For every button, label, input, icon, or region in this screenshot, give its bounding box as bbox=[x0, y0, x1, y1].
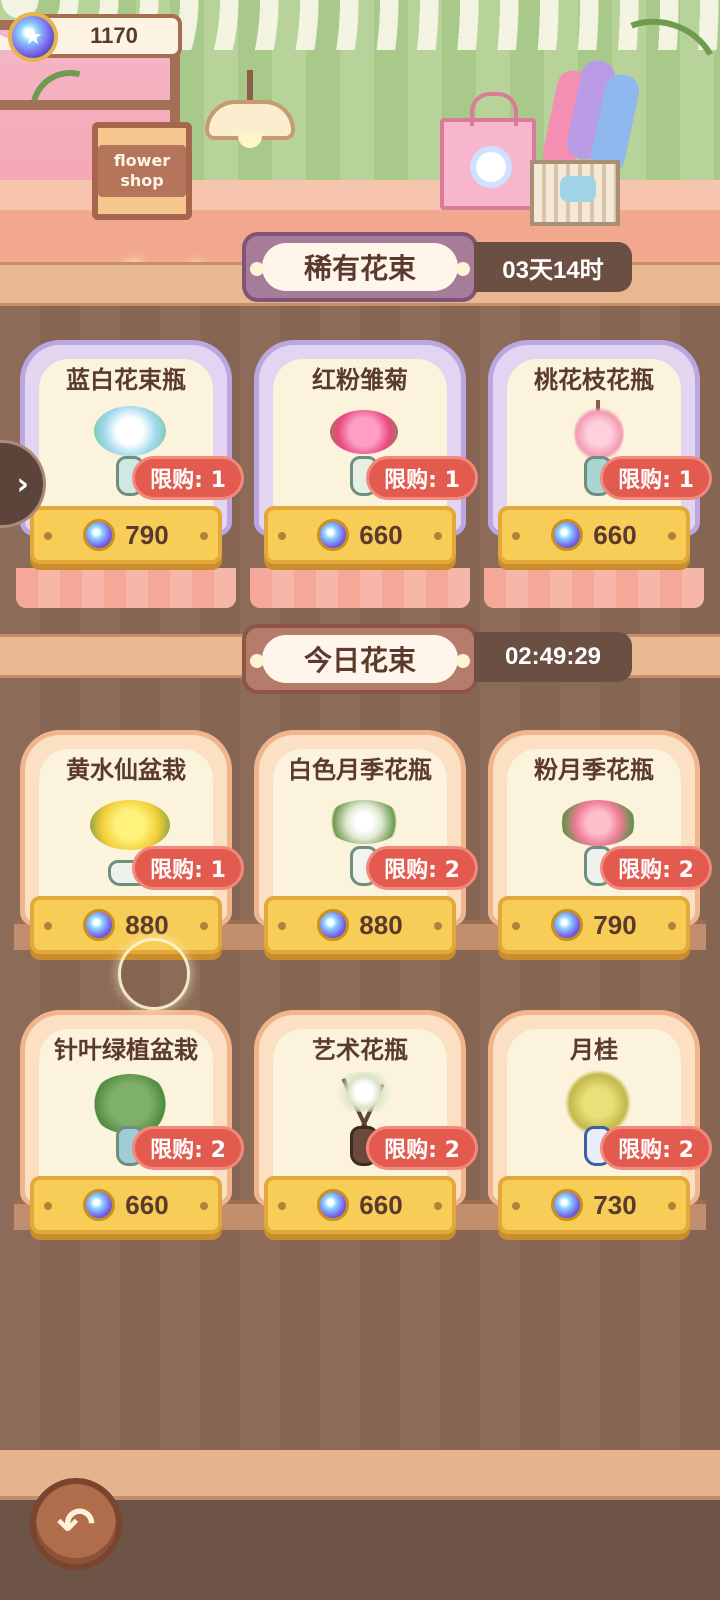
purchase-limit-badge: 限购: 1 bbox=[366, 456, 478, 500]
back-button[interactable]: ↶ bbox=[30, 1478, 122, 1570]
star-gem-icon bbox=[317, 1189, 350, 1221]
flower-shop-sign: flower shop bbox=[92, 122, 192, 220]
table-cloth bbox=[250, 568, 470, 608]
star-gem-icon bbox=[317, 909, 350, 941]
item-price: 880 bbox=[125, 909, 169, 940]
star-gem-icon bbox=[551, 909, 584, 941]
purchase-limit-badge: 限购: 1 bbox=[132, 456, 244, 500]
buy-button[interactable]: 660 bbox=[498, 506, 690, 564]
item-price: 660 bbox=[359, 519, 403, 550]
shopping-bag-icon bbox=[440, 92, 536, 210]
buy-button[interactable]: 660 bbox=[264, 506, 456, 564]
item-price: 660 bbox=[593, 519, 637, 550]
item-price: 660 bbox=[359, 1189, 403, 1220]
item-name: 针叶绿植盆栽 bbox=[54, 1036, 198, 1064]
star-gem-icon bbox=[83, 519, 116, 551]
sparkle-effect bbox=[118, 938, 190, 1010]
buy-button[interactable]: 660 bbox=[264, 1176, 456, 1234]
purchase-limit-badge: 限购: 2 bbox=[366, 1126, 478, 1170]
rare-refresh-timer: 03天14时 bbox=[474, 242, 632, 292]
item-name: 黄水仙盆栽 bbox=[66, 756, 186, 784]
star-gem-icon bbox=[83, 1189, 116, 1221]
item-name: 蓝白花束瓶 bbox=[66, 366, 186, 394]
daily-item-card[interactable]: 月桂 限购: 2 730 bbox=[488, 1010, 712, 1280]
star-gem-icon bbox=[317, 519, 350, 551]
item-name: 月桂 bbox=[570, 1036, 618, 1064]
rare-section-label: 稀有花束 bbox=[262, 243, 458, 291]
table-cloth bbox=[484, 568, 704, 608]
gift-box-icon bbox=[530, 160, 620, 226]
rare-section-title: 稀有花束 bbox=[242, 232, 478, 302]
daily-item-card[interactable]: 白色月季花瓶 限购: 2 880 bbox=[254, 730, 478, 1000]
item-price: 880 bbox=[359, 909, 403, 940]
buy-button[interactable]: 880 bbox=[264, 896, 456, 954]
return-arrow-icon: ↶ bbox=[56, 1497, 96, 1551]
item-price: 730 bbox=[593, 1189, 637, 1220]
purchase-limit-badge: 限购: 2 bbox=[366, 846, 478, 890]
item-price: 660 bbox=[125, 1189, 169, 1220]
star-gem-icon bbox=[551, 1189, 584, 1221]
currency-amount: 1170 bbox=[90, 23, 138, 48]
buy-button[interactable]: 880 bbox=[30, 896, 222, 954]
table-cloth bbox=[16, 568, 236, 608]
star-gem-icon bbox=[83, 909, 116, 941]
daily-section-title: 今日花束 bbox=[242, 624, 478, 694]
item-name: 艺术花瓶 bbox=[312, 1036, 408, 1064]
daily-refresh-timer: 02:49:29 bbox=[474, 632, 632, 682]
sign-text: flower shop bbox=[98, 145, 186, 197]
daily-item-card[interactable]: 艺术花瓶 限购: 2 660 bbox=[254, 1010, 478, 1280]
buy-button[interactable]: 790 bbox=[498, 896, 690, 954]
lamp-icon bbox=[205, 70, 295, 150]
item-price: 790 bbox=[593, 909, 637, 940]
purchase-limit-badge: 限购: 1 bbox=[132, 846, 244, 890]
daily-item-card[interactable]: 粉月季花瓶 限购: 2 790 bbox=[488, 730, 712, 1000]
daily-item-card[interactable]: 针叶绿植盆栽 限购: 2 660 bbox=[20, 1010, 244, 1280]
buy-button[interactable]: 660 bbox=[30, 1176, 222, 1234]
item-price: 790 bbox=[125, 519, 169, 550]
item-name: 白色月季花瓶 bbox=[288, 756, 432, 784]
star-gem-icon bbox=[551, 519, 584, 551]
purchase-limit-badge: 限购: 2 bbox=[600, 1126, 712, 1170]
chevron-right-icon: › bbox=[16, 466, 29, 502]
purchase-limit-badge: 限购: 2 bbox=[132, 1126, 244, 1170]
daily-section-label: 今日花束 bbox=[262, 635, 458, 683]
buy-button[interactable]: 790 bbox=[30, 506, 222, 564]
rare-item-card[interactable]: 蓝白花束瓶 限购: 1 790 bbox=[16, 340, 244, 610]
purchase-limit-badge: 限购: 1 bbox=[600, 456, 712, 500]
buy-button[interactable]: 730 bbox=[498, 1176, 690, 1234]
item-name: 桃花枝花瓶 bbox=[534, 366, 654, 394]
item-name: 红粉雏菊 bbox=[312, 366, 408, 394]
purchase-limit-badge: 限购: 2 bbox=[600, 846, 712, 890]
rare-item-card[interactable]: 红粉雏菊 限购: 1 660 bbox=[250, 340, 478, 610]
rare-item-card[interactable]: 桃花枝花瓶 限购: 1 660 bbox=[484, 340, 712, 610]
star-gem-icon: ★ bbox=[8, 12, 58, 62]
item-name: 粉月季花瓶 bbox=[534, 756, 654, 784]
